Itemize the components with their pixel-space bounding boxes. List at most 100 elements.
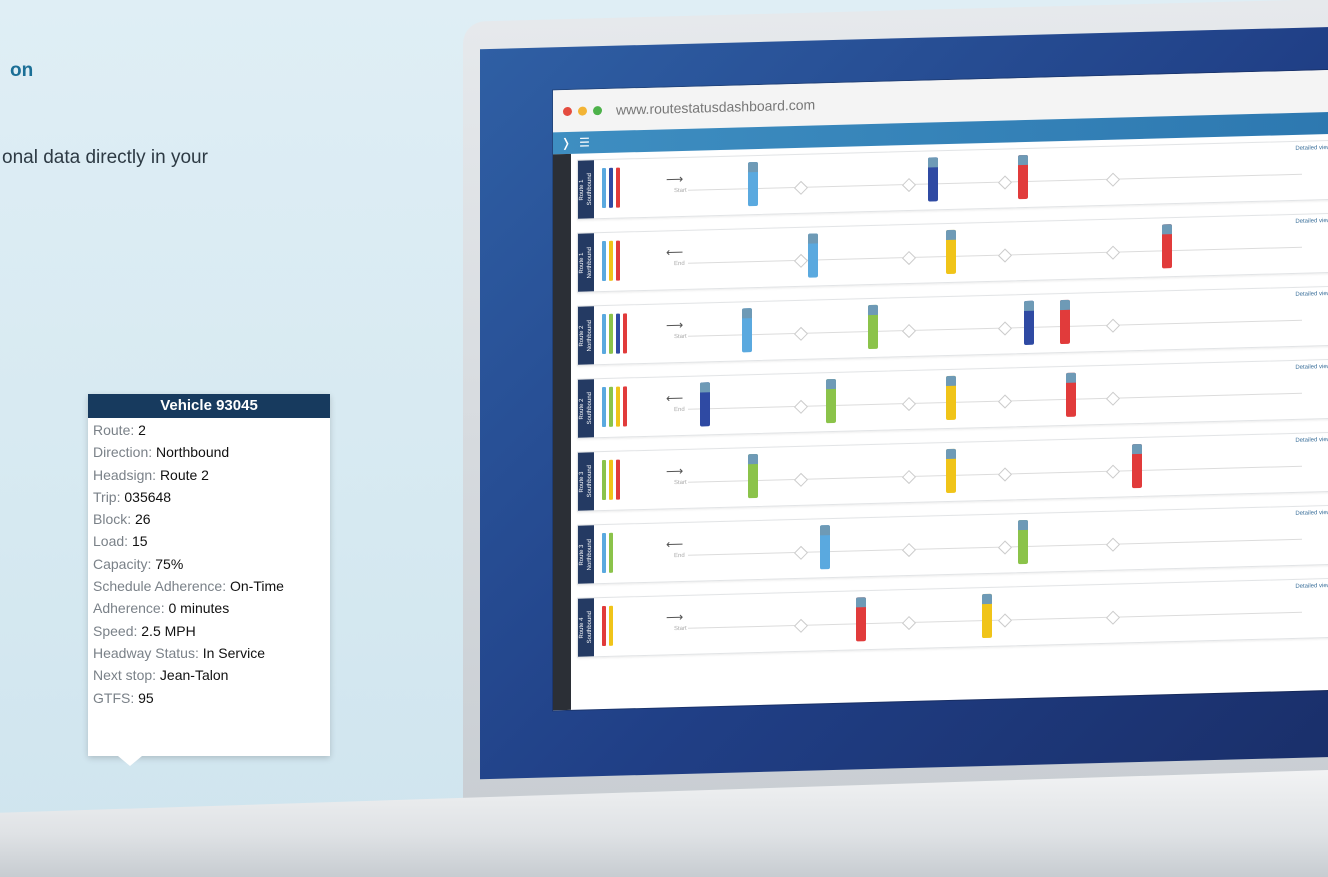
stop-marker-icon[interactable]	[793, 180, 809, 195]
detailed-view-link[interactable]: Detailed view »	[1295, 364, 1328, 371]
route-row[interactable]: Route 1Southbound ⟶Start Detailed view »	[577, 139, 1328, 220]
stop-marker-icon[interactable]	[1105, 464, 1121, 479]
vehicle-tooltip: Vehicle 93045 Route: 2 Direction: Northbo…	[88, 394, 330, 766]
vehicle-marker-icon[interactable]	[1018, 519, 1028, 565]
stop-marker-icon[interactable]	[793, 253, 809, 268]
stop-marker-icon[interactable]	[901, 250, 917, 266]
menu-icon[interactable]: ☰	[579, 135, 590, 149]
detailed-view-link[interactable]: Detailed view »	[1295, 145, 1328, 152]
stop-marker-icon[interactable]	[997, 175, 1013, 190]
vehicle-legend-bar	[616, 240, 620, 281]
vehicle-marker-icon[interactable]	[820, 525, 830, 570]
route-label: Route 1 Southbound	[578, 160, 594, 219]
tooltip-row: Speed: 2.5 MPH	[93, 621, 330, 641]
route-direction: Northbound	[587, 538, 593, 571]
tooltip-row-label: Headsign:	[93, 466, 157, 483]
route-row[interactable]: Route 3Southbound ⟶Start Detailed view »	[577, 431, 1328, 512]
route-name: Route 3	[579, 471, 585, 493]
vehicle-legend-bar	[616, 459, 620, 500]
vehicle-legend-bar	[616, 313, 620, 354]
route-label: Route 2 Northbound	[578, 306, 594, 365]
route-name: Route 2	[579, 398, 585, 420]
stop-marker-icon[interactable]	[901, 469, 917, 485]
detailed-view-link[interactable]: Detailed view »	[1295, 291, 1328, 298]
stop-marker-icon[interactable]	[1105, 245, 1121, 260]
stop-marker-icon[interactable]	[997, 540, 1013, 555]
route-row[interactable]: Route 2Northbound ⟶Start Detailed view »	[577, 285, 1328, 366]
vehicle-marker-icon[interactable]	[946, 448, 956, 494]
detailed-view-link[interactable]: Detailed view »	[1295, 583, 1328, 590]
stop-marker-icon[interactable]	[793, 472, 809, 487]
vehicle-marker-icon[interactable]	[1024, 300, 1034, 346]
stop-marker-icon[interactable]	[901, 615, 917, 631]
stop-marker-icon[interactable]	[1105, 610, 1121, 625]
route-row[interactable]: Route 3Northbound ⟵End Detailed view »	[577, 504, 1328, 585]
stop-marker-icon[interactable]	[997, 394, 1013, 409]
vehicle-legend-bar	[609, 240, 613, 281]
vehicle-legend-bar	[616, 386, 620, 427]
stop-marker-icon[interactable]	[1105, 172, 1121, 187]
route-line	[688, 465, 1302, 483]
stop-marker-icon[interactable]	[997, 248, 1013, 263]
stop-marker-icon[interactable]	[1105, 318, 1121, 333]
vehicle-marker-icon[interactable]	[946, 229, 956, 275]
vehicle-marker-icon[interactable]	[808, 233, 818, 278]
detailed-view-link[interactable]: Detailed view »	[1295, 218, 1328, 225]
tooltip-row-value: 75%	[155, 555, 184, 572]
stop-marker-icon[interactable]	[793, 399, 809, 414]
vehicle-legend	[602, 459, 620, 501]
tooltip-row-label: Trip:	[93, 488, 121, 505]
stop-marker-icon[interactable]	[1105, 391, 1121, 406]
expand-sidebar-icon[interactable]: ❭	[561, 136, 571, 150]
vehicle-marker-icon[interactable]	[1132, 443, 1142, 489]
maximize-window-dot[interactable]	[593, 105, 602, 115]
route-direction: Southbound	[587, 392, 593, 425]
tooltip-row-label: Direction:	[93, 444, 153, 461]
stop-marker-icon[interactable]	[793, 326, 809, 341]
vehicle-marker-icon[interactable]	[700, 382, 710, 427]
stop-marker-icon[interactable]	[793, 545, 809, 560]
vehicle-marker-icon[interactable]	[742, 308, 752, 353]
stop-marker-icon[interactable]	[901, 323, 917, 339]
direction-arrow-icon: ⟵	[666, 244, 684, 260]
vehicle-marker-icon[interactable]	[868, 304, 878, 350]
vehicle-legend	[602, 313, 627, 355]
stop-marker-icon[interactable]	[793, 618, 809, 633]
vehicle-marker-icon[interactable]	[1162, 224, 1172, 269]
stop-marker-icon[interactable]	[901, 177, 917, 193]
tooltip-row-value: 2.5 MPH	[141, 622, 196, 639]
stop-marker-icon[interactable]	[997, 321, 1013, 336]
close-window-dot[interactable]	[563, 106, 572, 116]
detailed-view-link[interactable]: Detailed view »	[1295, 437, 1328, 444]
tooltip-row: GTFS: 95	[93, 688, 330, 708]
minimize-window-dot[interactable]	[578, 105, 587, 116]
vehicle-marker-icon[interactable]	[856, 597, 866, 642]
stop-marker-icon[interactable]	[901, 396, 917, 412]
stop-marker-icon[interactable]	[1105, 537, 1121, 552]
tooltip-row: Headway Status: In Service	[93, 643, 330, 663]
stop-marker-icon[interactable]	[901, 542, 917, 558]
route-row[interactable]: Route 1Northbound ⟵End Detailed view »	[577, 212, 1328, 293]
route-name: Route 1	[579, 252, 585, 274]
stop-marker-icon[interactable]	[997, 613, 1013, 628]
vehicle-marker-icon[interactable]	[1018, 154, 1028, 200]
terminus-label: End	[674, 552, 685, 560]
stop-marker-icon[interactable]	[997, 467, 1013, 482]
vehicle-legend-bar	[602, 386, 606, 428]
vehicle-marker-icon[interactable]	[826, 378, 836, 424]
detailed-view-link[interactable]: Detailed view »	[1295, 510, 1328, 517]
route-row[interactable]: Route 2Southbound ⟵End Detailed view »	[577, 358, 1328, 439]
vehicle-marker-icon[interactable]	[1066, 372, 1076, 417]
vehicle-marker-icon[interactable]	[1060, 299, 1070, 345]
url-text[interactable]: www.routestatusdashboard.com	[616, 96, 815, 117]
vehicle-marker-icon[interactable]	[748, 453, 758, 499]
tooltip-row-value: Northbound	[156, 444, 230, 461]
vehicle-marker-icon[interactable]	[928, 157, 938, 202]
route-label: Route 1 Northbound	[578, 233, 594, 292]
vehicle-marker-icon[interactable]	[982, 593, 992, 639]
route-row[interactable]: Route 4Southbound ⟶Start Detailed view »	[577, 577, 1328, 658]
vehicle-marker-icon[interactable]	[946, 375, 956, 421]
tooltip-row-value: On-Time	[230, 578, 284, 595]
vehicle-marker-icon[interactable]	[748, 161, 758, 207]
route-line	[688, 611, 1302, 629]
